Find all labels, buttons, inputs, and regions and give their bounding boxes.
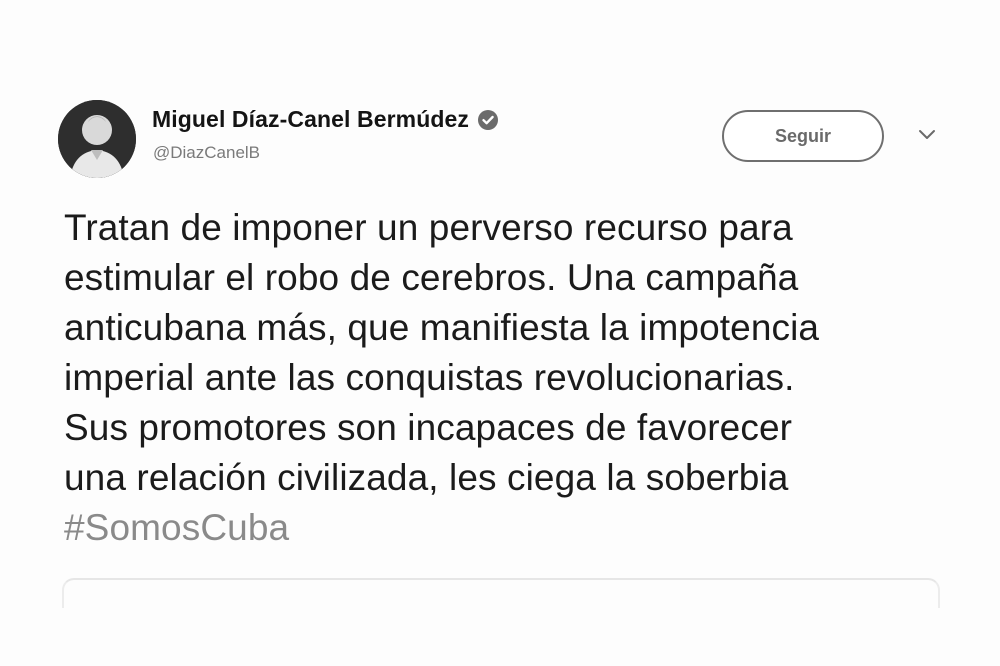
tweet-card: Miguel Díaz-Canel Bermúdez @DiazCanelB S… (0, 0, 1000, 666)
profile-photo-icon (58, 100, 136, 178)
tweet-text-line: anticubana más, que manifiesta la impote… (64, 307, 820, 348)
tweet-text-line: estimular el robo de cerebros. Una campa… (64, 257, 799, 298)
hashtag-link[interactable]: #SomosCuba (64, 503, 964, 553)
chevron-down-icon[interactable] (916, 128, 938, 142)
verified-badge-icon (477, 109, 499, 131)
avatar[interactable] (58, 100, 136, 178)
author-name-row: Miguel Díaz-Canel Bermúdez (152, 106, 499, 133)
follow-button[interactable]: Seguir (722, 110, 884, 162)
tweet-text-line: Tratan de imponer un perverso recurso pa… (64, 207, 793, 248)
author-display-name[interactable]: Miguel Díaz-Canel Bermúdez (152, 106, 469, 133)
tweet-text-line: una relación civilizada, les ciega la so… (64, 457, 789, 498)
author-handle[interactable]: @DiazCanelB (153, 143, 260, 163)
tweet-text-line: Sus promotores son incapaces de favorece… (64, 407, 793, 448)
embedded-card-edge (62, 578, 940, 608)
tweet-text: Tratan de imponer un perverso recurso pa… (64, 203, 964, 553)
tweet-text-line: imperial ante las conquistas revoluciona… (64, 357, 795, 398)
